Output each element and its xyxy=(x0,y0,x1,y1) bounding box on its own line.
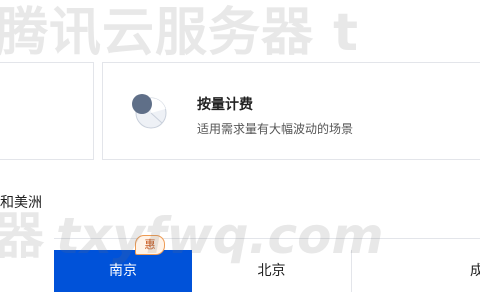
region-selector: 南京 北京 成 xyxy=(54,238,480,300)
page: 按量计费 适用需求量有大幅波动的场景 和美洲 南京 北京 成 惠 腾讯云服务器 … xyxy=(0,0,480,300)
billing-option-title: 按量计费 xyxy=(197,97,253,113)
promo-badge: 惠 xyxy=(135,235,165,255)
pie-chart-icon xyxy=(132,94,167,129)
region-tab-beijing[interactable]: 北京 xyxy=(192,250,352,292)
billing-option-pay-as-you-go[interactable]: 按量计费 适用需求量有大幅波动的场景 xyxy=(102,62,480,160)
billing-option-card-prev[interactable] xyxy=(0,62,94,160)
region-tab-nanjing[interactable]: 南京 xyxy=(54,250,192,292)
watermark-bottom-cn: 器 xyxy=(0,207,44,265)
region-tab-partial[interactable]: 成 xyxy=(352,250,480,292)
watermark-top: 腾讯云服务器 t xyxy=(0,3,359,63)
region-group-label: 和美洲 xyxy=(0,195,42,211)
billing-option-description: 适用需求量有大幅波动的场景 xyxy=(197,122,354,136)
